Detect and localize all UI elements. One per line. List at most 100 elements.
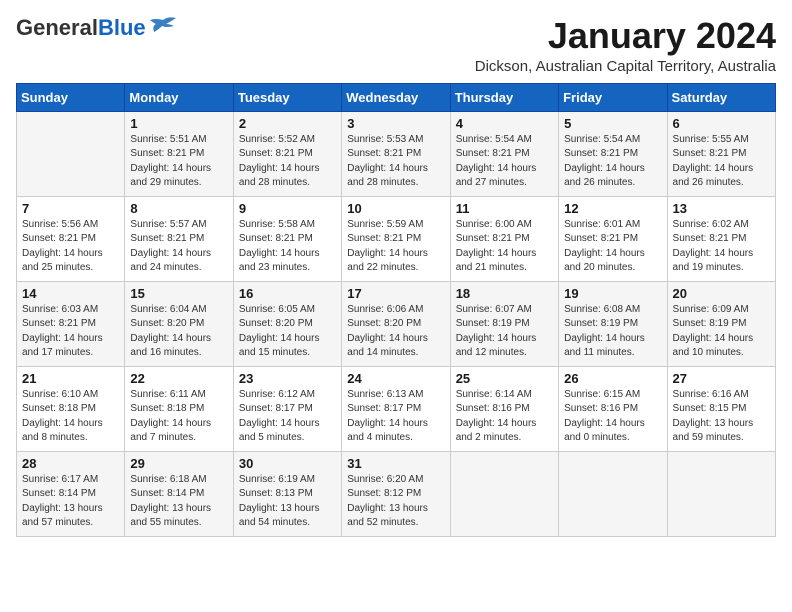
- day-info: Sunrise: 6:12 AMSunset: 8:17 PMDaylight:…: [239, 388, 336, 446]
- day-info: Sunrise: 6:06 AMSunset: 8:20 PMDaylight:…: [347, 303, 444, 361]
- calendar-cell: 10 Sunrise: 5:59 AMSunset: 8:21 PMDayligh…: [342, 196, 450, 281]
- day-info: Sunrise: 6:08 AMSunset: 8:19 PMDaylight:…: [564, 303, 661, 361]
- day-info: Sunrise: 6:10 AMSunset: 8:18 PMDaylight:…: [22, 388, 119, 446]
- day-info: Sunrise: 6:15 AMSunset: 8:16 PMDaylight:…: [564, 388, 661, 446]
- day-info: Sunrise: 6:00 AMSunset: 8:21 PMDaylight:…: [456, 218, 553, 276]
- day-number: 21: [22, 371, 119, 386]
- calendar-cell: 4Sunrise: 5:54 AMSunset: 8:21 PMDaylight…: [450, 111, 558, 196]
- calendar-cell: 22 Sunrise: 6:11 AMSunset: 8:18 PMDayligh…: [125, 366, 233, 451]
- calendar-cell: 30 Sunrise: 6:19 AMSunset: 8:13 PMDayligh…: [233, 451, 341, 536]
- day-number: 24: [347, 371, 444, 386]
- weekday-header-friday: Friday: [559, 83, 667, 111]
- weekday-header-sunday: Sunday: [17, 83, 125, 111]
- calendar-cell: 8Sunrise: 5:57 AMSunset: 8:21 PMDaylight…: [125, 196, 233, 281]
- day-number: 6: [673, 116, 770, 131]
- calendar-cell: 20 Sunrise: 6:09 AMSunset: 8:19 PMDayligh…: [667, 281, 775, 366]
- month-year-title: January 2024: [475, 16, 776, 56]
- day-info: Sunrise: 6:02 AMSunset: 8:21 PMDaylight:…: [673, 218, 770, 276]
- calendar-cell: 28Sunrise: 6:17 AMSunset: 8:14 PMDayligh…: [17, 451, 125, 536]
- day-info: Sunrise: 5:59 AMSunset: 8:21 PMDaylight:…: [347, 218, 444, 276]
- day-number: 11: [456, 201, 553, 216]
- calendar-cell: 31 Sunrise: 6:20 AMSunset: 8:12 PMDayligh…: [342, 451, 450, 536]
- day-info: Sunrise: 6:11 AMSunset: 8:18 PMDaylight:…: [130, 388, 227, 446]
- day-info: Sunrise: 5:54 AMSunset: 8:21 PMDaylight:…: [456, 133, 553, 191]
- day-number: 16: [239, 286, 336, 301]
- page-header: GeneralBlue January 2024 Dickson, Austra…: [16, 16, 776, 75]
- calendar-cell: 14 Sunrise: 6:03 AMSunset: 8:21 PMDayligh…: [17, 281, 125, 366]
- day-info: Sunrise: 5:57 AMSunset: 8:21 PMDaylight:…: [130, 218, 227, 276]
- day-number: 20: [673, 286, 770, 301]
- calendar-cell: 2 Sunrise: 5:52 AMSunset: 8:21 PMDaylight…: [233, 111, 341, 196]
- day-number: 22: [130, 371, 227, 386]
- weekday-header-monday: Monday: [125, 83, 233, 111]
- week-row-5: 28Sunrise: 6:17 AMSunset: 8:14 PMDayligh…: [17, 451, 776, 536]
- day-info: Sunrise: 5:55 AMSunset: 8:21 PMDaylight:…: [673, 133, 770, 191]
- day-info: Sunrise: 6:03 AMSunset: 8:21 PMDaylight:…: [22, 303, 119, 361]
- day-number: 17: [347, 286, 444, 301]
- day-number: 31: [347, 456, 444, 471]
- day-info: Sunrise: 5:56 AMSunset: 8:21 PMDaylight:…: [22, 218, 119, 276]
- calendar-cell: 7 Sunrise: 5:56 AMSunset: 8:21 PMDaylight…: [17, 196, 125, 281]
- day-info: Sunrise: 6:20 AMSunset: 8:12 PMDaylight:…: [347, 473, 444, 531]
- calendar-cell: 5 Sunrise: 5:54 AMSunset: 8:21 PMDaylight…: [559, 111, 667, 196]
- calendar-cell: 27 Sunrise: 6:16 AMSunset: 8:15 PMDayligh…: [667, 366, 775, 451]
- day-number: 5: [564, 116, 661, 131]
- day-number: 1: [130, 116, 227, 131]
- logo-text: GeneralBlue: [16, 16, 146, 40]
- weekday-header-saturday: Saturday: [667, 83, 775, 111]
- day-number: 15: [130, 286, 227, 301]
- day-number: 10: [347, 201, 444, 216]
- day-info: Sunrise: 6:16 AMSunset: 8:15 PMDaylight:…: [673, 388, 770, 446]
- day-info: Sunrise: 5:53 AMSunset: 8:21 PMDaylight:…: [347, 133, 444, 191]
- calendar-cell: 13 Sunrise: 6:02 AMSunset: 8:21 PMDayligh…: [667, 196, 775, 281]
- day-number: 14: [22, 286, 119, 301]
- weekday-header-tuesday: Tuesday: [233, 83, 341, 111]
- calendar-cell: [667, 451, 775, 536]
- title-area: January 2024 Dickson, Australian Capital…: [475, 16, 776, 75]
- day-number: 30: [239, 456, 336, 471]
- calendar-cell: 17 Sunrise: 6:06 AMSunset: 8:20 PMDayligh…: [342, 281, 450, 366]
- day-info: Sunrise: 6:18 AMSunset: 8:14 PMDaylight:…: [130, 473, 227, 531]
- logo: GeneralBlue: [16, 16, 178, 40]
- day-info: Sunrise: 5:51 AMSunset: 8:21 PMDaylight:…: [130, 133, 227, 191]
- calendar-cell: 16 Sunrise: 6:05 AMSunset: 8:20 PMDayligh…: [233, 281, 341, 366]
- day-number: 7: [22, 201, 119, 216]
- calendar-cell: 12Sunrise: 6:01 AMSunset: 8:21 PMDayligh…: [559, 196, 667, 281]
- calendar-cell: 3Sunrise: 5:53 AMSunset: 8:21 PMDaylight…: [342, 111, 450, 196]
- calendar-cell: 11 Sunrise: 6:00 AMSunset: 8:21 PMDayligh…: [450, 196, 558, 281]
- day-info: Sunrise: 5:52 AMSunset: 8:21 PMDaylight:…: [239, 133, 336, 191]
- calendar-cell: 21 Sunrise: 6:10 AMSunset: 8:18 PMDayligh…: [17, 366, 125, 451]
- day-info: Sunrise: 6:05 AMSunset: 8:20 PMDaylight:…: [239, 303, 336, 361]
- calendar-cell: [450, 451, 558, 536]
- week-row-3: 14 Sunrise: 6:03 AMSunset: 8:21 PMDayligh…: [17, 281, 776, 366]
- calendar-cell: 1 Sunrise: 5:51 AMSunset: 8:21 PMDaylight…: [125, 111, 233, 196]
- day-number: 27: [673, 371, 770, 386]
- calendar-cell: 19 Sunrise: 6:08 AMSunset: 8:19 PMDayligh…: [559, 281, 667, 366]
- day-number: 19: [564, 286, 661, 301]
- day-info: Sunrise: 6:07 AMSunset: 8:19 PMDaylight:…: [456, 303, 553, 361]
- day-info: Sunrise: 5:54 AMSunset: 8:21 PMDaylight:…: [564, 133, 661, 191]
- day-info: Sunrise: 6:14 AMSunset: 8:16 PMDaylight:…: [456, 388, 553, 446]
- calendar-cell: 18Sunrise: 6:07 AMSunset: 8:19 PMDayligh…: [450, 281, 558, 366]
- calendar-cell: 25 Sunrise: 6:14 AMSunset: 8:16 PMDayligh…: [450, 366, 558, 451]
- calendar-cell: [17, 111, 125, 196]
- calendar-cell: 9 Sunrise: 5:58 AMSunset: 8:21 PMDaylight…: [233, 196, 341, 281]
- day-info: Sunrise: 5:58 AMSunset: 8:21 PMDaylight:…: [239, 218, 336, 276]
- logo-bird-icon: [148, 16, 178, 38]
- day-info: Sunrise: 6:19 AMSunset: 8:13 PMDaylight:…: [239, 473, 336, 531]
- day-number: 9: [239, 201, 336, 216]
- day-number: 23: [239, 371, 336, 386]
- day-number: 2: [239, 116, 336, 131]
- day-number: 13: [673, 201, 770, 216]
- day-number: 29: [130, 456, 227, 471]
- calendar-cell: 15Sunrise: 6:04 AMSunset: 8:20 PMDayligh…: [125, 281, 233, 366]
- day-number: 25: [456, 371, 553, 386]
- calendar-table: SundayMondayTuesdayWednesdayThursdayFrid…: [16, 83, 776, 537]
- calendar-cell: 6 Sunrise: 5:55 AMSunset: 8:21 PMDaylight…: [667, 111, 775, 196]
- week-row-1: 1 Sunrise: 5:51 AMSunset: 8:21 PMDaylight…: [17, 111, 776, 196]
- weekday-header-wednesday: Wednesday: [342, 83, 450, 111]
- day-info: Sunrise: 6:09 AMSunset: 8:19 PMDaylight:…: [673, 303, 770, 361]
- calendar-cell: 23 Sunrise: 6:12 AMSunset: 8:17 PMDayligh…: [233, 366, 341, 451]
- calendar-cell: 26Sunrise: 6:15 AMSunset: 8:16 PMDayligh…: [559, 366, 667, 451]
- calendar-cell: 29 Sunrise: 6:18 AMSunset: 8:14 PMDayligh…: [125, 451, 233, 536]
